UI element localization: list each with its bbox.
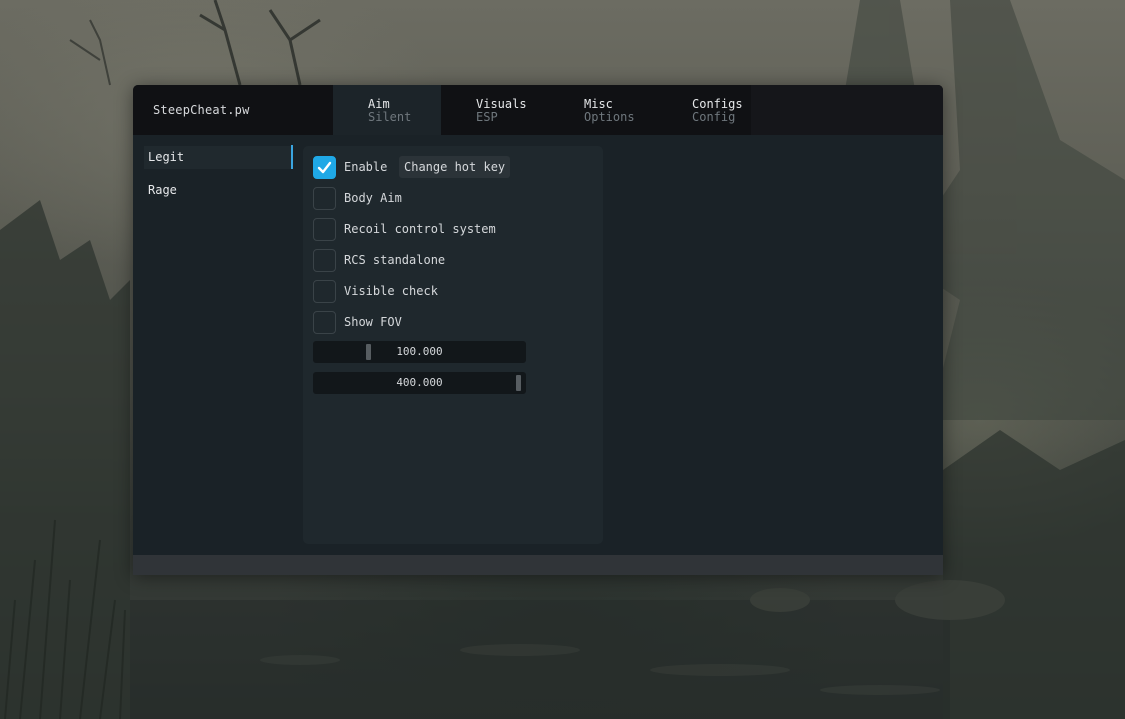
window-footer <box>133 555 943 575</box>
tab-configs-label: Configs <box>692 97 743 111</box>
tab-configs[interactable]: Configs Config <box>657 85 765 135</box>
enable-label: Enable <box>344 160 388 174</box>
visible-check-checkbox-row[interactable]: Visible check <box>313 280 463 303</box>
tab-configs-sublabel: Config <box>692 110 736 124</box>
smooth-slider[interactable]: 400.000 <box>313 372 526 394</box>
sidebar-item-rage-label: Rage <box>148 183 177 197</box>
cheat-menu-window: SteepCheat.pw Aim Silent Visuals ESP Mis… <box>133 85 943 575</box>
title-bar: SteepCheat.pw Aim Silent Visuals ESP Mis… <box>133 85 943 135</box>
tab-visuals-sublabel: ESP <box>476 110 498 124</box>
tab-visuals-label: Visuals <box>476 97 527 111</box>
sidebar-item-legit-label: Legit <box>148 150 185 164</box>
tab-misc[interactable]: Misc Options <box>549 85 657 135</box>
body-aim-checkbox[interactable] <box>313 187 336 210</box>
fov-slider[interactable]: 100.000 <box>313 341 526 363</box>
show-fov-checkbox-row[interactable]: Show FOV <box>313 311 433 334</box>
visible-check-label: Visible check <box>344 284 438 298</box>
title-bar-filler <box>751 85 943 135</box>
desktop-background: SteepCheat.pw Aim Silent Visuals ESP Mis… <box>0 0 1125 719</box>
tab-aim-sublabel: Silent <box>368 110 412 124</box>
sidebar-active-indicator <box>291 145 293 169</box>
show-fov-checkbox[interactable] <box>313 311 336 334</box>
sidebar-item-rage[interactable]: Rage <box>144 179 293 202</box>
tab-aim-label: Aim <box>368 97 390 111</box>
rcs-standalone-checkbox[interactable] <box>313 249 336 272</box>
tab-misc-sublabel: Options <box>584 110 635 124</box>
tab-aim[interactable]: Aim Silent <box>333 85 441 135</box>
show-fov-label: Show FOV <box>344 315 402 329</box>
check-icon <box>317 161 332 174</box>
enable-checkbox-row[interactable]: Enable <box>313 156 393 179</box>
recoil-control-checkbox-row[interactable]: Recoil control system <box>313 218 513 241</box>
enable-checkbox[interactable] <box>313 156 336 179</box>
smooth-slider-value: 400.000 <box>396 376 443 389</box>
app-title: SteepCheat.pw <box>153 103 250 117</box>
visible-check-checkbox[interactable] <box>313 280 336 303</box>
change-hotkey-button[interactable]: Change hot key <box>399 156 511 178</box>
rcs-standalone-label: RCS standalone <box>344 253 446 267</box>
tab-misc-label: Misc <box>584 97 613 111</box>
body-aim-label: Body Aim <box>344 191 402 205</box>
sidebar-item-legit[interactable]: Legit <box>144 146 293 169</box>
rcs-standalone-checkbox-row[interactable]: RCS standalone <box>313 249 463 272</box>
fov-slider-value: 100.000 <box>396 345 443 358</box>
recoil-control-checkbox[interactable] <box>313 218 336 241</box>
recoil-control-label: Recoil control system <box>344 222 496 236</box>
tab-visuals[interactable]: Visuals ESP <box>441 85 549 135</box>
body-aim-checkbox-row[interactable]: Body Aim <box>313 187 433 210</box>
